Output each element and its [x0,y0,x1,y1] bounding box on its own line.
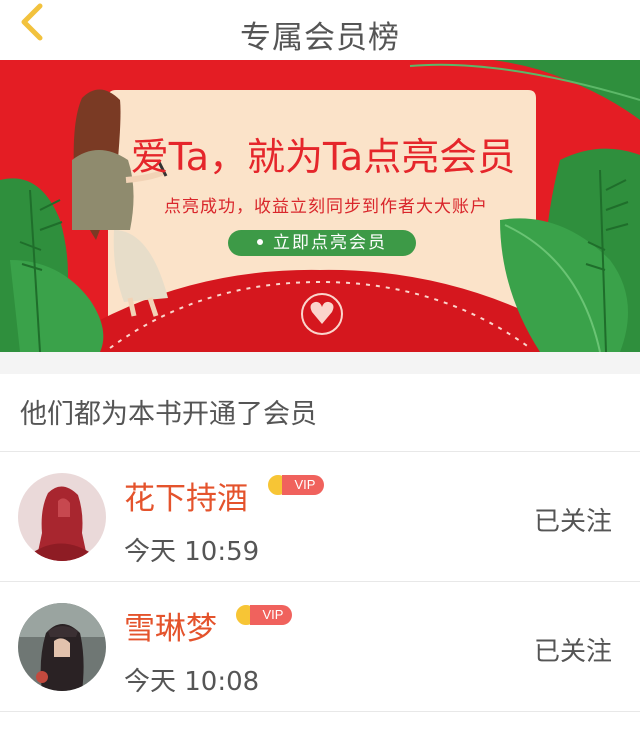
avatar[interactable] [18,603,106,691]
section-title: 他们都为本书开通了会员 [20,399,317,430]
light-up-membership-button[interactable]: 立即点亮会员 [228,230,416,256]
followed-button[interactable]: 已关注 [534,631,612,668]
member-row[interactable]: 雪琳梦 VIP 今天 10:08 已关注 [0,581,640,711]
followed-button[interactable]: 已关注 [534,501,612,538]
member-name[interactable]: 花下持酒 [124,473,248,518]
cta-label: 立即点亮会员 [273,233,387,253]
vip-label: VIP [250,605,292,625]
bullet-icon [257,238,263,245]
vip-badge: VIP [266,473,324,497]
banner-headline: 爱Ta，就为Ta点亮会员 [130,135,516,179]
avatar-image [18,603,106,691]
member-time: 今天 10:08 [124,667,260,697]
divider [0,711,640,712]
section-separator [0,352,640,374]
top-bar: 专属会员榜 [0,0,640,60]
member-name[interactable]: 雪琳梦 [124,603,217,648]
promo-banner[interactable]: 爱Ta，就为Ta点亮会员 点亮成功，收益立刻同步到作者大大账户 立即点亮会员 [0,60,640,352]
avatar[interactable] [18,473,106,561]
page-title: 专属会员榜 [240,20,400,56]
member-row[interactable]: 花下持酒 VIP 今天 10:59 已关注 [0,451,640,581]
member-time: 今天 10:59 [124,537,260,567]
vip-badge: VIP [234,603,292,627]
avatar-image [18,473,106,561]
banner-subtitle: 点亮成功，收益立刻同步到作者大大账户 [164,197,488,217]
vip-label: VIP [282,475,324,495]
